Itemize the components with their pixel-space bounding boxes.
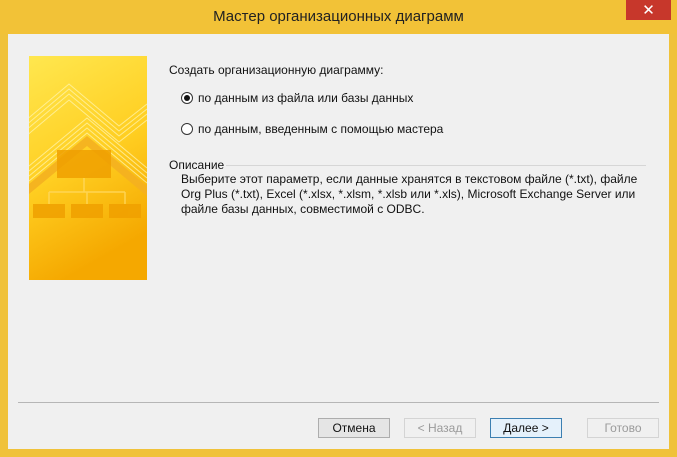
close-icon: ✕ xyxy=(642,1,655,19)
option-manual-entry-label: по данным, введенным с помощью мастера xyxy=(198,122,444,136)
option-manual-entry[interactable]: по данным, введенным с помощью мастера xyxy=(181,122,443,136)
back-button[interactable]: < Назад xyxy=(404,418,476,438)
org-chart-illustration xyxy=(29,56,147,280)
finish-button[interactable]: Готово xyxy=(587,418,659,438)
radio-button[interactable] xyxy=(181,123,193,135)
description-divider xyxy=(226,165,646,166)
description-title: Описание xyxy=(169,158,225,172)
next-button[interactable]: Далее > xyxy=(490,418,562,438)
window-title: Мастер организационных диаграмм xyxy=(213,8,464,25)
wizard-window: Мастер организационных диаграмм ✕ Создат… xyxy=(0,0,677,457)
close-button[interactable]: ✕ xyxy=(626,0,671,20)
footer-separator xyxy=(18,402,659,403)
description-text: Выберите этот параметр, если данные хран… xyxy=(181,172,638,216)
create-chart-prompt: Создать организационную диаграмму: xyxy=(169,63,384,77)
wizard-body: Создать организационную диаграмму: по да… xyxy=(8,34,669,449)
radio-dot-icon xyxy=(184,95,190,101)
option-from-file[interactable]: по данным из файла или базы данных xyxy=(181,91,413,105)
radio-button-selected[interactable] xyxy=(181,92,193,104)
title-bar[interactable]: Мастер организационных диаграмм ✕ xyxy=(0,0,677,34)
option-from-file-label: по данным из файла или базы данных xyxy=(198,91,414,105)
org-chart-banner-image xyxy=(29,56,147,280)
cancel-button[interactable]: Отмена xyxy=(318,418,390,438)
